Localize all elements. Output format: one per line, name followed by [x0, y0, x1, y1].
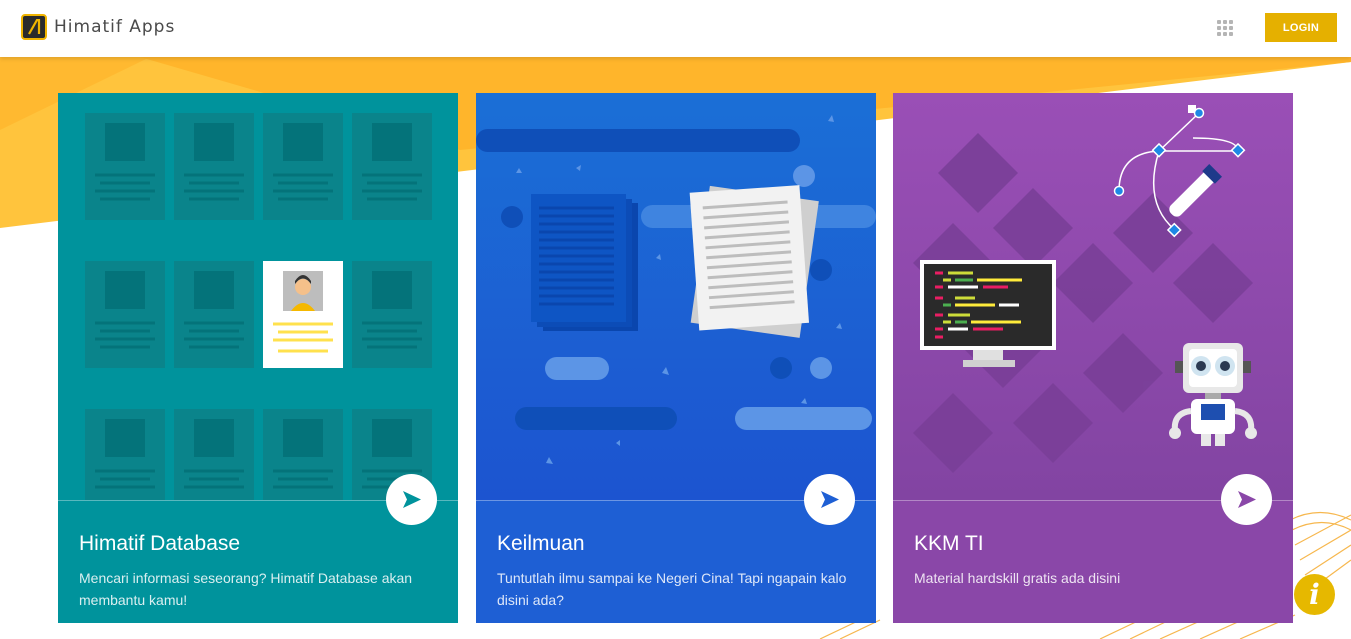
database-illustration — [85, 113, 432, 500]
keilmuan-illustration — [476, 93, 876, 500]
kkm-ti-illustration — [893, 93, 1293, 500]
card-kkm-ti[interactable]: KKM TI Material hardskill gratis ada dis… — [893, 93, 1293, 623]
info-button[interactable]: i — [1294, 574, 1335, 615]
card-keilmuan[interactable]: Keilmuan Tuntutlah ilmu sampai ke Negeri… — [476, 93, 876, 623]
brand-link[interactable]: Himatif Apps — [21, 14, 175, 40]
apps-grid-icon[interactable] — [1217, 20, 1233, 36]
himatif-logo-icon — [21, 14, 47, 40]
login-button[interactable]: LOGIN — [1265, 13, 1337, 42]
top-navbar: Himatif Apps LOGIN — [0, 0, 1351, 57]
card-title: Himatif Database — [79, 532, 241, 555]
card-description: Tuntutlah ilmu sampai ke Negeri Cina! Ta… — [497, 570, 847, 608]
kkm-ti-play-button[interactable] — [1221, 474, 1272, 525]
keilmuan-play-button[interactable] — [804, 474, 855, 525]
card-description: Material hardskill gratis ada disini — [914, 570, 1121, 586]
card-description: Mencari informasi seseorang? Himatif Dat… — [79, 570, 413, 608]
card-himatif-database[interactable]: Himatif Database Mencari informasi seseo… — [58, 93, 458, 623]
himatif-database-play-button[interactable] — [386, 474, 437, 525]
card-title: KKM TI — [914, 532, 984, 555]
card-title: Keilmuan — [497, 532, 585, 555]
brand-name: Himatif Apps — [54, 17, 176, 37]
